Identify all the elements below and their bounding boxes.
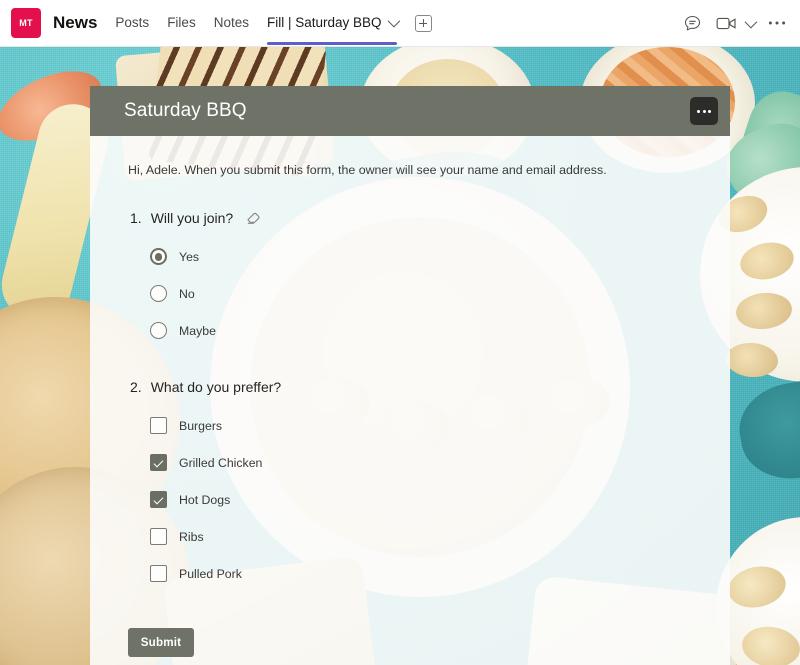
chat-icon[interactable] xyxy=(683,14,702,33)
tab-fill-saturday-bbq-label: Fill | Saturday BBQ xyxy=(266,15,382,30)
forms-card-body: Hi, Adele. When you submit this form, th… xyxy=(90,136,730,665)
question-2: 2. What do you preffer? Burgers Grilled … xyxy=(128,379,696,592)
question-1-text: Will you join? xyxy=(150,209,234,226)
question-2-title: 2. What do you preffer? xyxy=(128,379,696,395)
option-burgers-label: Burgers xyxy=(179,418,223,433)
checkbox-hot-dogs[interactable] xyxy=(150,491,167,509)
chevron-down-icon[interactable] xyxy=(387,14,400,28)
tab-posts-label: Posts xyxy=(115,15,150,30)
avatar-initials: MT xyxy=(19,18,33,28)
option-no[interactable]: No xyxy=(128,275,696,312)
video-camera-icon[interactable] xyxy=(716,15,737,32)
tab-bar-actions xyxy=(683,14,786,33)
option-no-label: No xyxy=(179,286,195,301)
option-hot-dogs-label: Hot Dogs xyxy=(179,492,231,507)
chevron-down-icon[interactable] xyxy=(744,15,758,28)
dot xyxy=(708,109,711,113)
option-maybe[interactable]: Maybe xyxy=(128,312,696,349)
plus-square-icon[interactable] xyxy=(414,14,432,32)
form-greeting: Hi, Adele. When you submit this form, th… xyxy=(128,163,607,177)
option-hot-dogs[interactable]: Hot Dogs xyxy=(128,481,696,518)
more-options-icon[interactable] xyxy=(768,20,786,26)
option-grilled-chicken[interactable]: Grilled Chicken xyxy=(128,444,696,481)
checkbox-burgers[interactable] xyxy=(150,417,167,435)
form-title: Saturday BBQ xyxy=(124,100,247,121)
option-pulled-pork[interactable]: Pulled Pork xyxy=(128,555,696,592)
teams-tab-bar: MT News Posts Files Notes Fill | Saturda… xyxy=(0,0,800,47)
submit-button[interactable]: Submit xyxy=(128,628,194,657)
tab-fill-saturday-bbq[interactable]: Fill | Saturday BBQ xyxy=(266,14,400,45)
question-2-text: What do you preffer? xyxy=(150,379,282,396)
option-yes-label: Yes xyxy=(179,249,200,264)
option-ribs-label: Ribs xyxy=(179,529,204,544)
forms-card: Saturday BBQ Hi, Adele. When you submit … xyxy=(90,86,730,665)
tab-notes[interactable]: Notes xyxy=(214,15,249,31)
tab-notes-label: Notes xyxy=(213,15,249,30)
dot xyxy=(702,109,706,113)
question-1: 1. Will you join? Yes No Maybe xyxy=(128,209,696,349)
channel-title: News xyxy=(53,13,98,32)
checkbox-grilled-chicken[interactable] xyxy=(150,454,167,472)
radio-button-maybe[interactable] xyxy=(150,322,167,340)
radio-button-no[interactable] xyxy=(150,285,167,303)
question-1-title: 1. Will you join? xyxy=(128,209,696,226)
option-grilled-chicken-label: Grilled Chicken xyxy=(179,455,263,470)
option-pulled-pork-label: Pulled Pork xyxy=(179,566,242,581)
avatar: MT xyxy=(11,8,41,38)
question-2-number: 2. xyxy=(130,379,142,396)
forms-card-header: Saturday BBQ xyxy=(90,86,730,136)
active-tab-underline xyxy=(266,42,397,45)
option-maybe-label: Maybe xyxy=(179,323,216,338)
option-ribs[interactable]: Ribs xyxy=(128,518,696,555)
tab-files[interactable]: Files xyxy=(167,15,196,31)
more-options-icon[interactable] xyxy=(690,97,718,125)
checkbox-pulled-pork[interactable] xyxy=(150,565,167,583)
dot xyxy=(697,109,700,113)
tab-files-label: Files xyxy=(167,15,196,30)
option-burgers[interactable]: Burgers xyxy=(128,407,696,444)
tab-posts[interactable]: Posts xyxy=(115,15,149,31)
radio-button-yes[interactable] xyxy=(150,248,167,266)
option-yes[interactable]: Yes xyxy=(128,238,696,275)
checkbox-ribs[interactable] xyxy=(150,528,167,546)
eraser-icon[interactable] xyxy=(245,209,262,226)
question-1-number: 1. xyxy=(130,209,142,226)
